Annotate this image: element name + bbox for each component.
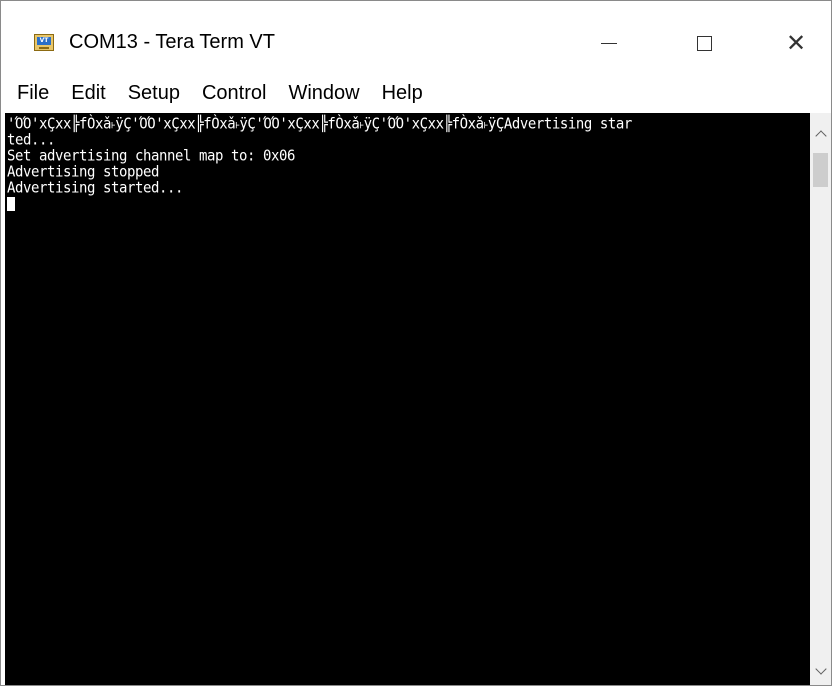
scroll-thumb[interactable]	[813, 153, 828, 187]
chevron-up-icon	[814, 129, 827, 142]
terminal-screen[interactable]: 'ΌΌ'xÇxx╠fÒxǎ˫ÿÇ'ΌΌ'xÇxx╠fÒxǎ˫ÿÇ'ΌΌ'xÇxx…	[5, 113, 810, 685]
menu-setup[interactable]: Setup	[122, 78, 186, 109]
tera-term-window: VT COM13 - Tera Term VT ✕ File Edit Setu…	[0, 0, 832, 686]
terminal-output: 'ΌΌ'xÇxx╠fÒxǎ˫ÿÇ'ΌΌ'xÇxx╠fÒxǎ˫ÿÇ'ΌΌ'xÇxx…	[7, 116, 632, 211]
menu-edit[interactable]: Edit	[65, 78, 111, 109]
terminal-line: ted...	[7, 132, 55, 149]
app-icon-screen: VT	[37, 37, 51, 45]
close-icon: ✕	[785, 29, 807, 57]
menu-help[interactable]: Help	[376, 78, 429, 109]
scroll-up-button[interactable]	[810, 123, 831, 143]
minimize-button[interactable]	[586, 23, 632, 63]
terminal-line: Set advertising channel map to: 0x06	[7, 148, 295, 165]
terminal-line: 'ΌΌ'xÇxx╠fÒxǎ˫ÿÇ'ΌΌ'xÇxx╠fÒxǎ˫ÿÇ'ΌΌ'xÇxx…	[7, 116, 632, 133]
chevron-down-icon	[814, 662, 827, 675]
terminal-line: Advertising started...	[7, 180, 183, 197]
tera-term-icon[interactable]: VT	[34, 34, 54, 51]
menu-window[interactable]: Window	[282, 78, 365, 109]
close-button[interactable]: ✕	[773, 23, 819, 63]
title-bar[interactable]: VT COM13 - Tera Term VT ✕	[1, 1, 831, 67]
window-title: COM13 - Tera Term VT	[69, 31, 275, 53]
menu-file[interactable]: File	[11, 78, 55, 109]
scroll-down-button[interactable]	[810, 661, 831, 681]
app-icon-base	[39, 47, 49, 49]
minimize-icon	[601, 42, 617, 44]
menu-control[interactable]: Control	[196, 78, 272, 109]
menu-bar: File Edit Setup Control Window Help	[1, 73, 831, 113]
maximize-button[interactable]	[681, 23, 727, 63]
terminal-cursor	[7, 197, 15, 211]
terminal-line: Advertising stopped	[7, 164, 159, 181]
maximize-icon	[696, 35, 712, 51]
vertical-scrollbar[interactable]	[810, 113, 831, 685]
